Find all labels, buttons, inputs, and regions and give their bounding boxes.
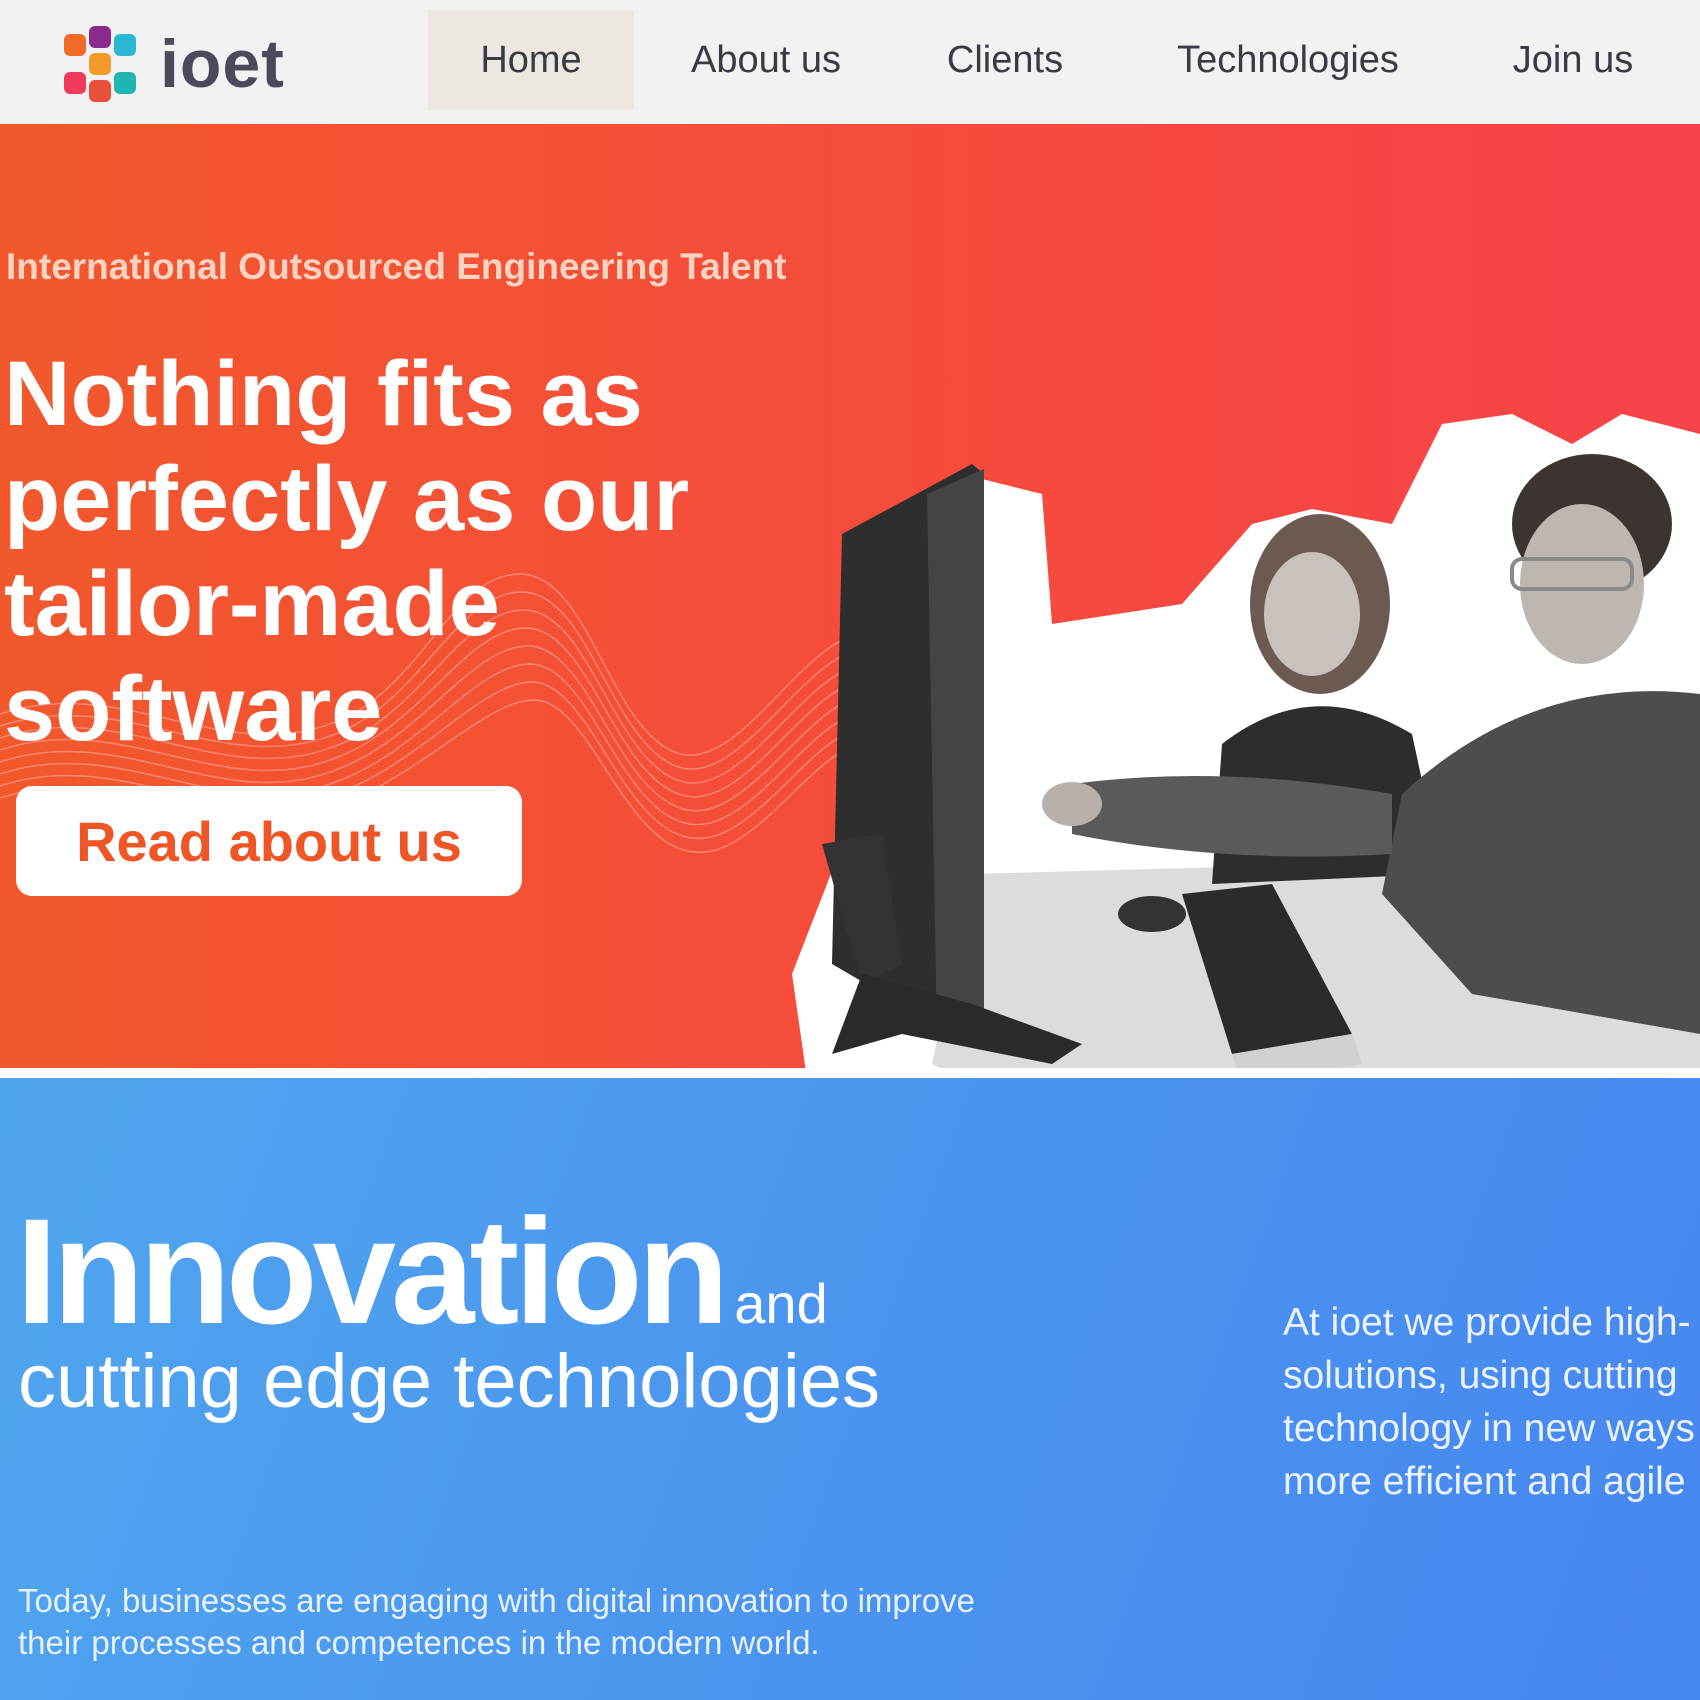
innovation-description-line: At ioet we provide high- — [1283, 1301, 1691, 1344]
brand-name: ioet — [160, 26, 285, 102]
innovation-title-big: Innovation — [16, 1187, 729, 1355]
innovation-title: Innovation and — [16, 1196, 828, 1346]
top-navigation: ioet Home About us Clients Technologies … — [0, 0, 1700, 124]
nav-item-join-us[interactable]: Join us — [1498, 10, 1648, 110]
innovation-body-text: Today, businesses are engaging with digi… — [18, 1582, 975, 1661]
hero-eyebrow: International Outsourced Engineering Tal… — [6, 246, 787, 287]
innovation-description-line: more efficient and agile — [1283, 1460, 1686, 1503]
innovation-section: Innovation and cutting edge technologies … — [0, 1078, 1700, 1700]
nav-item-about-us[interactable]: About us — [676, 10, 856, 110]
section-divider — [0, 1068, 1700, 1078]
innovation-description-line: technology in new ways — [1283, 1407, 1695, 1450]
read-about-us-button[interactable]: Read about us — [16, 786, 522, 896]
innovation-title-and: and — [734, 1272, 828, 1335]
hero-headline: Nothing fits as perfectly as our tailor-… — [4, 343, 690, 760]
innovation-subtitle: cutting edge technologies — [18, 1339, 880, 1424]
nav-item-clients[interactable]: Clients — [930, 10, 1080, 110]
innovation-description-line: solutions, using cutting — [1283, 1354, 1678, 1397]
brand-logo[interactable]: ioet — [64, 26, 285, 102]
logo-mark-icon — [64, 26, 136, 102]
nav-item-technologies[interactable]: Technologies — [1160, 10, 1416, 110]
innovation-description: At ioet we provide high- solutions, usin… — [1283, 1296, 1700, 1508]
team-at-computer-photo — [792, 414, 1700, 1068]
hero-section: International Outsourced Engineering Tal… — [0, 124, 1700, 1068]
nav-item-home[interactable]: Home — [428, 10, 634, 110]
